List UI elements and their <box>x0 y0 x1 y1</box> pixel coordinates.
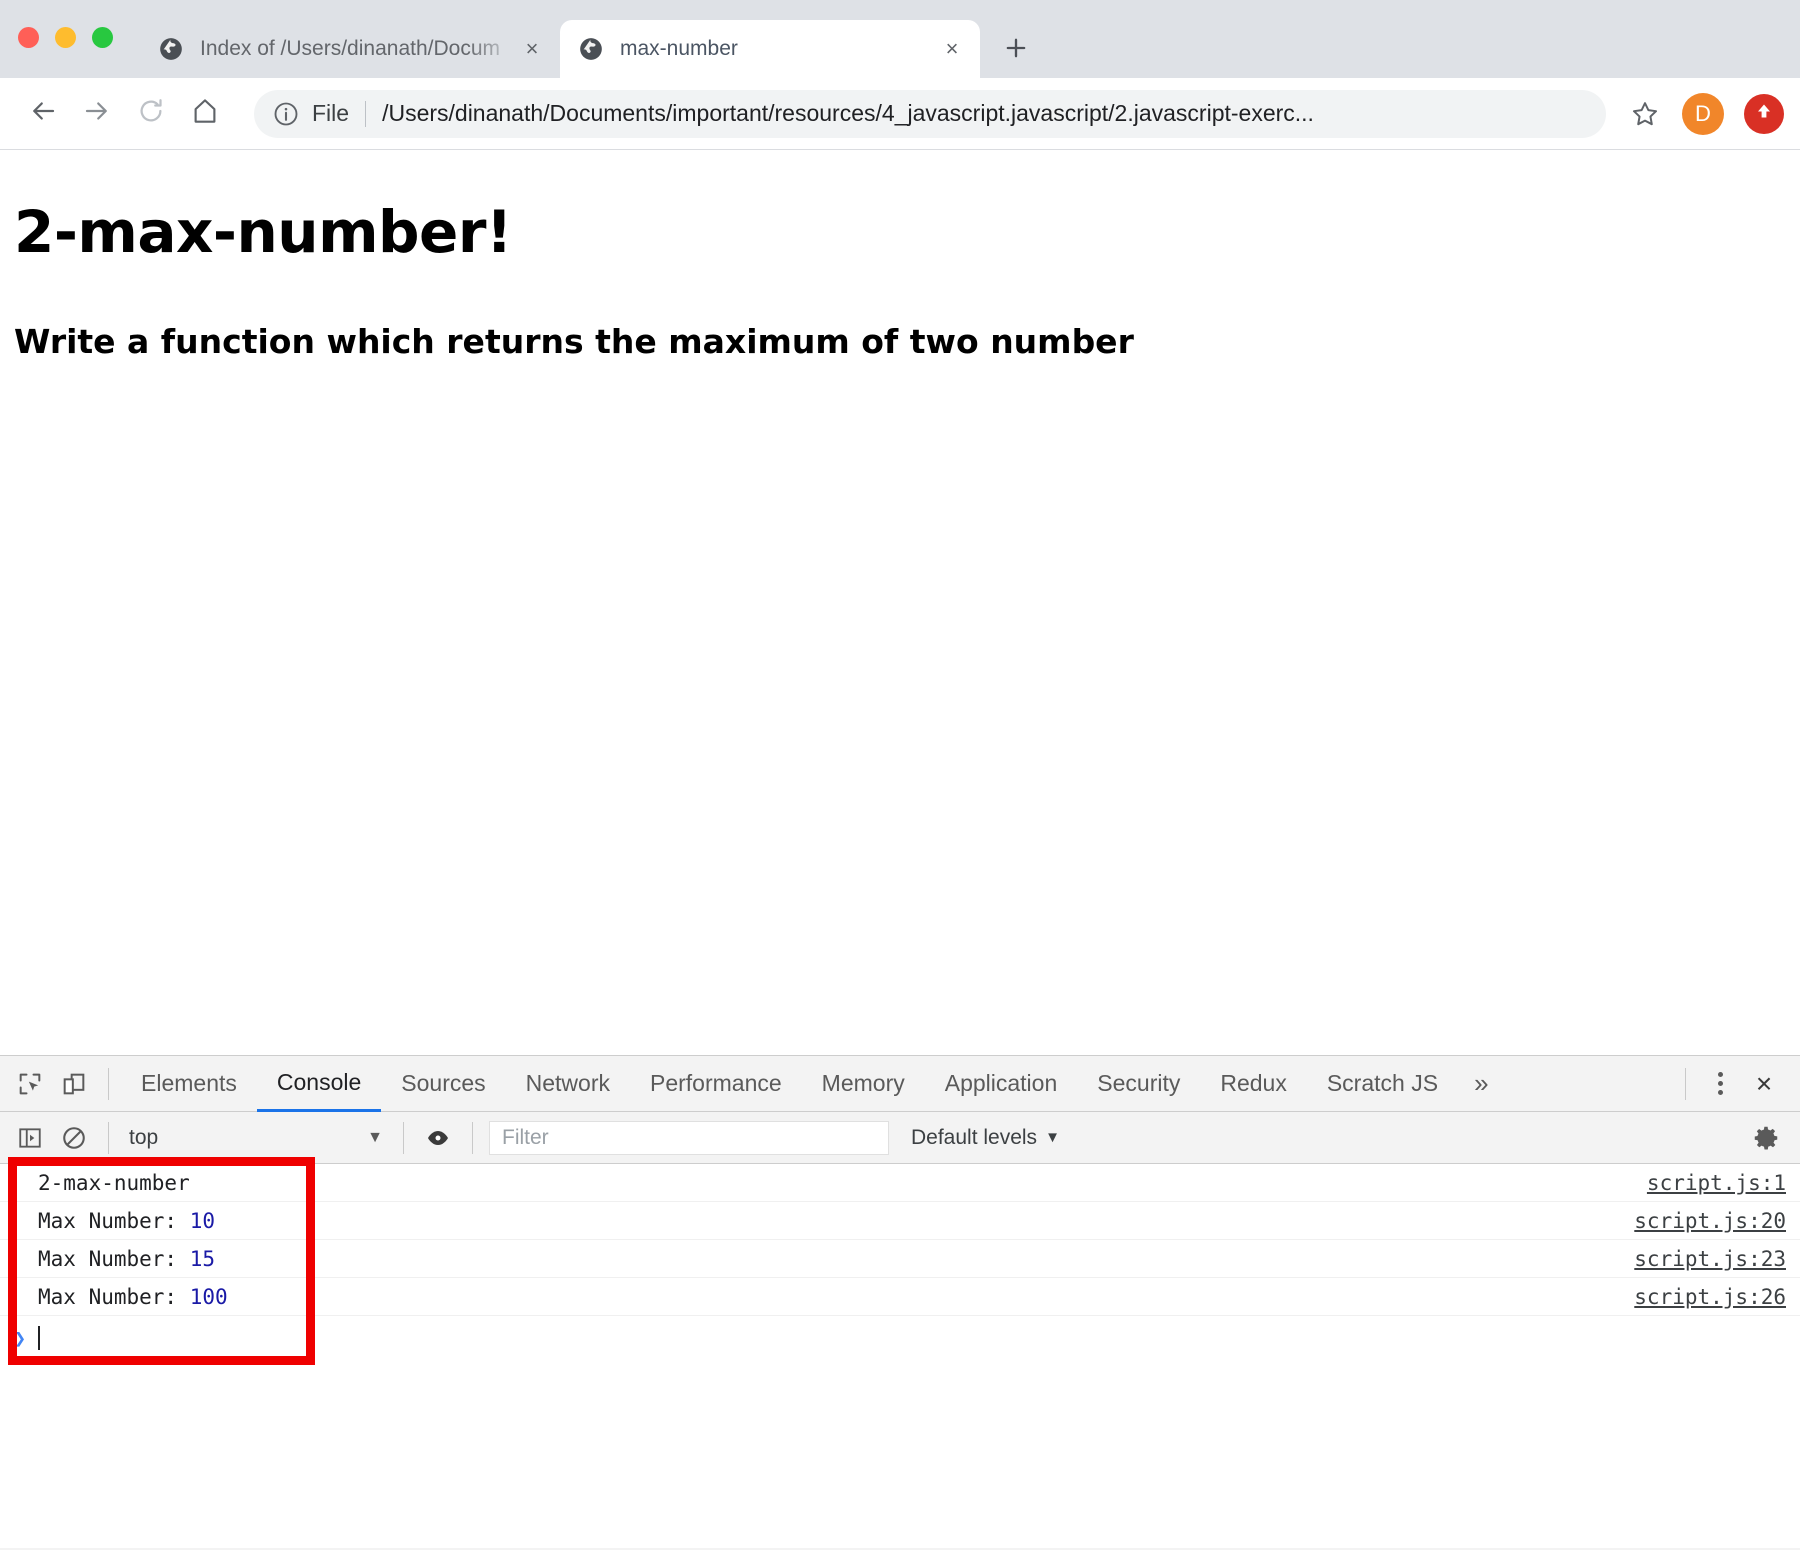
console-message-value: 100 <box>189 1284 228 1309</box>
address-bar[interactable]: File /Users/dinanath/Documents/important… <box>254 89 1606 138</box>
reload-button[interactable] <box>124 87 178 141</box>
browser-toolbar: File /Users/dinanath/Documents/important… <box>0 78 1800 150</box>
window-close-button[interactable] <box>18 27 39 48</box>
devtools-tab-scratch-js[interactable]: Scratch JS <box>1307 1056 1458 1112</box>
profile-avatar[interactable]: D <box>1682 92 1724 135</box>
window-maximize-button[interactable] <box>92 27 113 48</box>
chevron-down-icon: ▼ <box>1045 1129 1060 1146</box>
page-title: 2-max-number! <box>14 198 512 266</box>
more-tabs-chevron-icon[interactable]: » <box>1458 1056 1504 1112</box>
live-expression-icon[interactable] <box>416 1116 460 1160</box>
devtools-tab-sources[interactable]: Sources <box>381 1056 505 1112</box>
console-sidebar-icon[interactable] <box>8 1116 52 1160</box>
console-message-row[interactable]: Max Number: 10 script.js:20 <box>0 1202 1800 1240</box>
arrow-up-icon <box>1752 99 1776 128</box>
console-log-level-selector[interactable]: Default levels ▼ <box>911 1126 1060 1150</box>
log-level-label: Default levels <box>911 1125 1038 1149</box>
clear-console-icon[interactable] <box>52 1116 96 1160</box>
browser-tab-max-number[interactable]: max-number × <box>560 20 980 78</box>
console-context-label: top <box>129 1125 159 1149</box>
bookmark-star-icon[interactable] <box>1620 89 1670 139</box>
console-toolbar: top ▼ Filter Default levels ▼ <box>0 1112 1800 1164</box>
tab-strip: Index of /Users/dinanath/Docum × max-num… <box>140 10 1036 78</box>
browser-tab-index[interactable]: Index of /Users/dinanath/Docum × <box>140 20 560 78</box>
settings-gear-icon[interactable] <box>1744 1116 1788 1160</box>
omnibox-divider <box>365 100 367 127</box>
device-toolbar-icon[interactable] <box>52 1062 96 1106</box>
close-icon[interactable]: × <box>1742 1062 1786 1106</box>
console-source-link[interactable]: script.js:1 <box>1647 1171 1786 1195</box>
console-source-link[interactable]: script.js:20 <box>1634 1209 1786 1233</box>
console-context-selector[interactable]: top ▼ <box>121 1126 391 1150</box>
devtools-panel: Elements Console Sources Network Perform… <box>0 1055 1800 1550</box>
arrow-left-icon <box>28 96 58 131</box>
toolbar-divider <box>108 1121 109 1154</box>
toolbar-divider <box>108 1067 109 1100</box>
console-message-row[interactable]: Max Number: 15 script.js:23 <box>0 1240 1800 1278</box>
forward-button[interactable] <box>70 87 124 141</box>
page-subtitle: Write a function which returns the maxim… <box>14 322 1134 361</box>
url-text: /Users/dinanath/Documents/important/reso… <box>382 100 1314 126</box>
devtools-tabbar: Elements Console Sources Network Perform… <box>0 1056 1800 1112</box>
text-caret <box>38 1326 41 1350</box>
console-message-value: 15 <box>189 1246 216 1271</box>
console-message-row[interactable]: 2-max-number script.js:1 <box>0 1164 1800 1202</box>
home-button[interactable] <box>178 87 232 141</box>
devtools-tab-network[interactable]: Network <box>506 1056 630 1112</box>
devtools-tab-performance[interactable]: Performance <box>630 1056 802 1112</box>
toolbar-divider <box>403 1121 404 1154</box>
console-filter-input[interactable]: Filter <box>489 1120 889 1155</box>
inspect-cursor-icon[interactable] <box>8 1062 52 1106</box>
console-message-text: Max Number: <box>38 1284 190 1309</box>
devtools-tab-application[interactable]: Application <box>925 1056 1078 1112</box>
update-button[interactable] <box>1744 93 1784 134</box>
devtools-tab-elements[interactable]: Elements <box>121 1056 257 1112</box>
chevron-down-icon: ▼ <box>367 1128 383 1146</box>
browser-tab-title: Index of /Users/dinanath/Docum <box>200 37 500 60</box>
devtools-tabbar-right: × <box>1673 1062 1800 1106</box>
url-scheme-label: File <box>312 100 350 126</box>
window-minimize-button[interactable] <box>55 27 76 48</box>
console-message-value: 10 <box>189 1208 216 1233</box>
window-traffic-lights <box>18 27 113 48</box>
close-icon[interactable]: × <box>938 35 966 63</box>
devtools-tab-security[interactable]: Security <box>1077 1056 1200 1112</box>
browser-tab-title: max-number <box>620 37 738 60</box>
arrow-right-icon <box>82 96 112 131</box>
toolbar-divider <box>472 1121 473 1154</box>
console-message-row[interactable]: Max Number: 100 script.js:26 <box>0 1278 1800 1316</box>
info-circle-icon[interactable] <box>272 100 300 128</box>
page-viewport: 2-max-number! Write a function which ret… <box>0 150 1800 1056</box>
kebab-menu-icon[interactable] <box>1698 1062 1742 1106</box>
devtools-tab-memory[interactable]: Memory <box>802 1056 925 1112</box>
prompt-arrow-icon: ❯ <box>14 1326 27 1350</box>
toolbar-divider <box>1685 1067 1686 1100</box>
devtools-tab-redux[interactable]: Redux <box>1200 1056 1306 1112</box>
console-message-list[interactable]: 2-max-number script.js:1 Max Number: 10 … <box>0 1164 1800 1548</box>
new-tab-button[interactable] <box>996 28 1036 68</box>
devtools-tab-console[interactable]: Console <box>256 1056 382 1112</box>
console-message-text: Max Number: <box>38 1246 190 1271</box>
console-message-text: Max Number: <box>38 1208 190 1233</box>
globe-icon <box>158 36 184 62</box>
reload-icon <box>136 96 166 131</box>
console-source-link[interactable]: script.js:26 <box>1634 1285 1786 1309</box>
console-input-prompt[interactable]: ❯ <box>0 1316 1800 1360</box>
home-icon <box>190 96 220 131</box>
console-message-text: 2-max-number <box>38 1170 190 1195</box>
globe-icon <box>578 36 604 62</box>
close-icon[interactable]: × <box>518 35 546 63</box>
console-source-link[interactable]: script.js:23 <box>1634 1247 1786 1271</box>
back-button[interactable] <box>16 87 70 141</box>
browser-tab-bar: Index of /Users/dinanath/Docum × max-num… <box>0 0 1800 78</box>
